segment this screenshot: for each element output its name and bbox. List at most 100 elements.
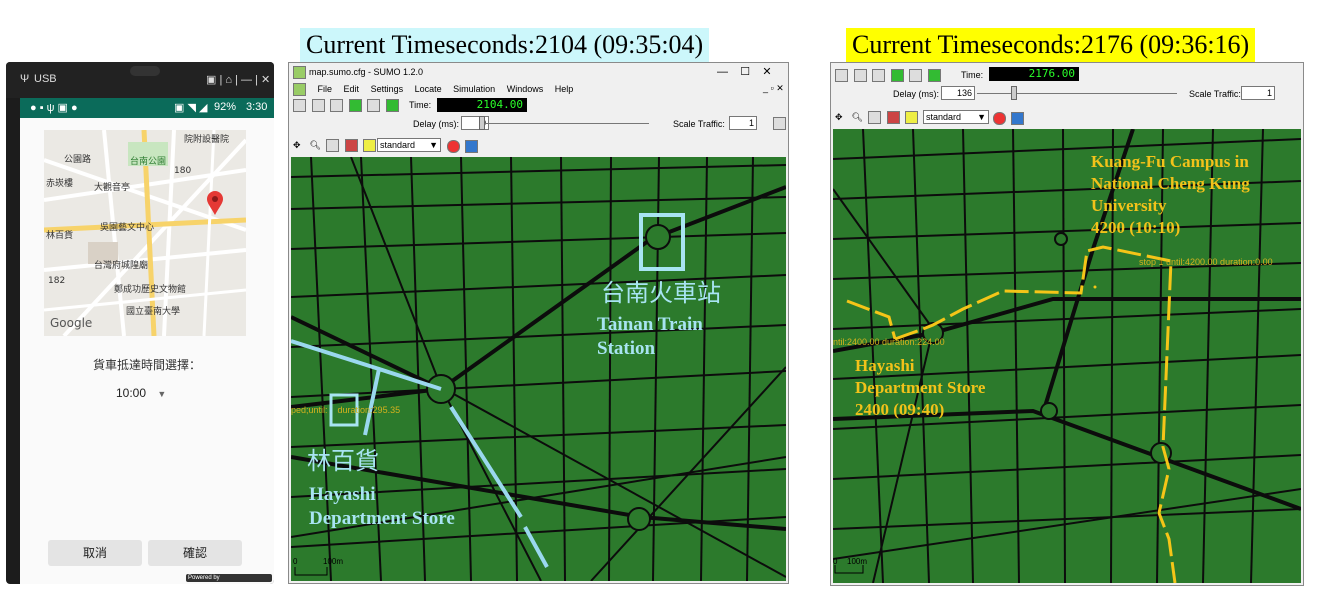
phone-top-bar: Ψ USB ▣ | ⌂ | — | ✕ bbox=[6, 62, 274, 98]
map-thumbnail[interactable]: 台南公園 院附設醫院 公園路 180 赤崁樓 大觀音亭 吳園藝文中心 林百貨 台… bbox=[44, 130, 246, 336]
status-clock: 3:30 bbox=[246, 101, 268, 113]
scale-traffic-label-right: Scale Traffic: bbox=[1189, 89, 1241, 99]
menu-help[interactable]: Help bbox=[555, 84, 574, 94]
reload-icon[interactable] bbox=[311, 99, 325, 112]
window-icons: ▣ | ⌂ | — | ✕ bbox=[206, 74, 271, 86]
map-label-hospital: 院附設醫院 bbox=[184, 135, 230, 145]
store-label-en: Hayashi Department Store bbox=[309, 484, 455, 529]
delay-input-right[interactable]: 136 bbox=[941, 86, 975, 100]
play-icon[interactable] bbox=[348, 99, 362, 112]
scale-traffic-input-right[interactable]: 1 bbox=[1241, 86, 1275, 100]
status-bar: ● ▪ ψ ▣ ● ▣ ◥ ◢ 92% 3:30 bbox=[20, 98, 274, 118]
signal-icon: ▣ ◥ ◢ bbox=[174, 102, 208, 114]
left-caption: Current Timeseconds:2104 (09:35:04) bbox=[300, 28, 710, 62]
menu-windows[interactable]: Windows bbox=[507, 84, 544, 94]
simulation-canvas-left[interactable]: 台南火車站 Tainan Train Station 林百貨 Hayashi D… bbox=[291, 157, 786, 581]
scheme-select-right[interactable]: standard ▼ bbox=[923, 110, 989, 124]
status-icons-left: ● ▪ ψ ▣ ● bbox=[30, 102, 78, 114]
usb-icon: Ψ bbox=[20, 73, 30, 85]
simulation-canvas-right[interactable]: Kuang-Fu Campus in National Cheng Kung U… bbox=[833, 129, 1301, 583]
map-label-lot: 公園路 bbox=[64, 155, 92, 165]
map-pin-icon bbox=[207, 191, 223, 215]
locate-icon[interactable] bbox=[886, 111, 900, 124]
select-icon[interactable] bbox=[868, 111, 882, 124]
delay-slider-right[interactable] bbox=[977, 93, 1177, 94]
locate-icon[interactable] bbox=[344, 139, 358, 152]
scale-label: 100m bbox=[323, 557, 344, 566]
map-label-chikan: 赤崁樓 bbox=[46, 179, 74, 189]
stop-icon[interactable] bbox=[909, 69, 923, 82]
time-display-right: 2176.00 bbox=[989, 67, 1079, 81]
time-display: 2104.00 bbox=[437, 98, 527, 112]
tooltip-icon[interactable] bbox=[905, 111, 919, 124]
delay-label: Delay (ms): bbox=[413, 119, 460, 129]
map-label-ntu: 國立臺南大學 bbox=[126, 307, 181, 317]
color-wheel-icon[interactable] bbox=[993, 112, 1006, 125]
delay-slider-handle[interactable] bbox=[479, 116, 485, 130]
confirm-button[interactable]: 確認 bbox=[148, 540, 242, 566]
stop2-annotation: ntil:2400.00 duration:224.00 bbox=[833, 337, 945, 347]
color-wheel-icon[interactable] bbox=[447, 140, 460, 153]
usb-label: USB bbox=[34, 73, 57, 85]
play-icon[interactable] bbox=[890, 69, 904, 82]
zoom-icon[interactable]: 🔍︎ bbox=[852, 112, 863, 123]
right-caption: Current Timeseconds:2176 (09:36:16) bbox=[846, 28, 1256, 62]
menu-locate[interactable]: Locate bbox=[415, 84, 442, 94]
step-icon[interactable] bbox=[385, 99, 399, 112]
stop-icon[interactable] bbox=[367, 99, 381, 112]
window-controls[interactable]: — ☐ ✕ bbox=[717, 65, 772, 78]
menu-bar: File Edit Settings Locate Simulation Win… bbox=[293, 83, 582, 96]
menu-file[interactable]: File bbox=[318, 84, 333, 94]
screenshot-icon[interactable] bbox=[465, 140, 478, 153]
chevron-down-icon: ▼ bbox=[429, 140, 438, 150]
arrival-time-label: 貨車抵達時間選擇： bbox=[92, 358, 201, 372]
time-select-value: 10:00 bbox=[116, 386, 147, 400]
main-toolbar bbox=[293, 99, 402, 112]
step-icon[interactable] bbox=[927, 69, 941, 82]
minimize-button[interactable]: — bbox=[717, 66, 728, 78]
select-icon[interactable] bbox=[326, 139, 340, 152]
screenshot-icon[interactable] bbox=[1011, 112, 1024, 125]
scale-traffic-input[interactable]: 1 bbox=[729, 116, 757, 130]
close-button[interactable]: ✕ bbox=[762, 66, 771, 78]
store-label-zh: 林百貨 bbox=[307, 447, 379, 475]
map-label-hayashi: 林百貨 bbox=[46, 231, 74, 241]
map-label-gov: 鄭成功歷史文物館 bbox=[114, 285, 187, 295]
time-select[interactable]: 10:00 ▼ bbox=[116, 386, 176, 400]
folder-icon[interactable] bbox=[773, 117, 786, 130]
view-toolbar-right: ✥ 🔍︎ bbox=[835, 111, 921, 124]
open-icon[interactable] bbox=[293, 99, 306, 112]
mdi-controls[interactable]: _ ▫ ✕ bbox=[763, 83, 784, 94]
reload-icon[interactable] bbox=[853, 69, 867, 82]
cancel-button[interactable]: 取消 bbox=[48, 540, 142, 566]
map-label-park: 台南公園 bbox=[130, 157, 167, 167]
scale-zero: 0 bbox=[293, 557, 298, 566]
campus-label: Kuang-Fu Campus in National Cheng Kung U… bbox=[1091, 152, 1250, 237]
main-toolbar-right bbox=[835, 69, 944, 82]
map-label-180: 180 bbox=[174, 166, 192, 176]
scheme-select[interactable]: standard ▼ bbox=[377, 138, 441, 152]
store-label-right: Hayashi Department Store 2400 (09:40) bbox=[855, 356, 986, 419]
recenter-icon[interactable]: ✥ bbox=[293, 140, 304, 151]
tooltip-icon[interactable] bbox=[363, 139, 377, 152]
open-icon[interactable] bbox=[835, 69, 848, 82]
zoom-icon[interactable]: 🔍︎ bbox=[310, 140, 321, 151]
delay-slider-handle-right[interactable] bbox=[1011, 86, 1017, 100]
phone-frame: Ψ USB ▣ | ⌂ | — | ✕ ● ▪ ψ ▣ ● ▣ ◥ ◢ 92% … bbox=[6, 62, 274, 584]
menu-simulation[interactable]: Simulation bbox=[453, 84, 495, 94]
menu-edit[interactable]: Edit bbox=[344, 84, 360, 94]
sumo-app-icon bbox=[293, 66, 306, 79]
sumo-window-right: Time: 2176.00 Delay (ms): 136 Scale Traf… bbox=[830, 62, 1304, 586]
scale-zero-right: 0 bbox=[833, 557, 838, 566]
maximize-button[interactable]: ☐ bbox=[740, 66, 750, 78]
sumo-window-left: map.sumo.cfg - SUMO 1.2.0 — ☐ ✕ File Edi… bbox=[288, 62, 789, 584]
powered-by-badge: Powered by bbox=[186, 574, 272, 582]
scale-label-right: 100m bbox=[847, 557, 868, 566]
close-sim-icon[interactable] bbox=[872, 69, 886, 82]
scale-traffic-label: Scale Traffic: bbox=[673, 119, 725, 129]
recenter-icon[interactable]: ✥ bbox=[835, 112, 846, 123]
battery-level: 92% bbox=[214, 101, 237, 113]
delay-slider[interactable] bbox=[481, 123, 649, 124]
menu-settings[interactable]: Settings bbox=[371, 84, 404, 94]
close-sim-icon[interactable] bbox=[330, 99, 344, 112]
